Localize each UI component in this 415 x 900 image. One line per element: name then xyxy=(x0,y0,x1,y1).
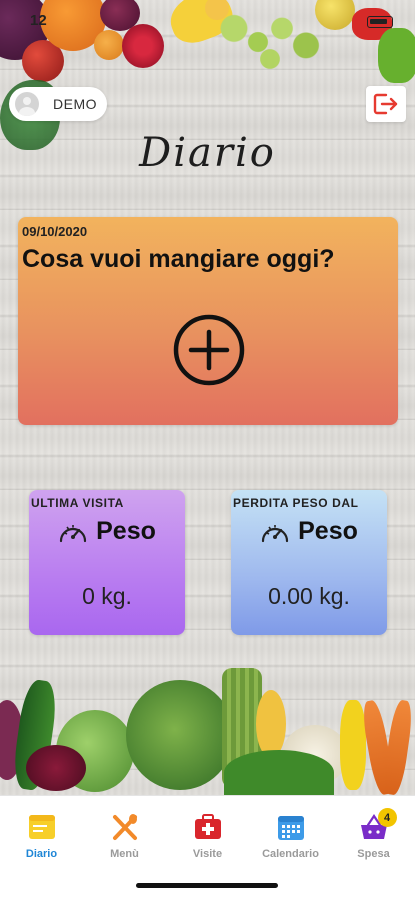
cart-count-badge: 4 xyxy=(377,808,397,827)
user-name: DEMO xyxy=(53,96,97,112)
stat-label: PERDITA PESO DAL xyxy=(233,496,359,510)
tab-spesa[interactable]: 4 Spesa xyxy=(332,808,415,868)
battery-icon xyxy=(367,16,393,28)
tab-visite[interactable]: Visite xyxy=(166,812,249,868)
avatar-icon xyxy=(15,92,39,116)
card-date: 09/10/2020 xyxy=(22,224,88,239)
tab-label: Visite xyxy=(192,848,223,860)
shopping-basket-icon: 4 xyxy=(359,808,397,842)
last-visit-card[interactable]: ULTIMA VISITA Peso 0 kg. xyxy=(29,490,185,635)
stat-title: Peso xyxy=(96,517,156,545)
logout-icon xyxy=(373,93,398,115)
card-question: Cosa vuoi mangiare oggi? xyxy=(22,245,335,273)
utensils-icon xyxy=(110,812,140,842)
home-indicator xyxy=(136,883,278,888)
logout-button[interactable] xyxy=(366,86,406,122)
stat-value: 0 kg. xyxy=(82,583,132,609)
tab-menu[interactable]: Menù xyxy=(83,812,166,868)
tab-label: Spesa xyxy=(357,848,390,860)
diary-icon xyxy=(27,812,57,842)
stat-label: ULTIMA VISITA xyxy=(31,496,124,510)
stat-value: 0.00 kg. xyxy=(268,583,350,609)
page-title: Diario xyxy=(139,130,276,176)
tab-label: Calendario xyxy=(262,848,319,860)
user-profile-button[interactable]: DEMO xyxy=(9,87,107,121)
tab-calendario[interactable]: Calendario xyxy=(249,812,332,868)
medical-kit-icon xyxy=(193,812,223,842)
stat-title: Peso xyxy=(298,517,358,545)
tab-label: Diario xyxy=(25,848,58,860)
tab-label: Menù xyxy=(110,848,139,860)
plus-circle-icon[interactable] xyxy=(173,314,245,386)
gauge-icon xyxy=(60,524,87,542)
meal-entry-card[interactable]: 09/10/2020 Cosa vuoi mangiare oggi? xyxy=(18,217,398,425)
weight-loss-card[interactable]: PERDITA PESO DAL Peso 0.00 kg. xyxy=(231,490,387,635)
calendar-icon xyxy=(276,812,306,842)
gauge-icon xyxy=(262,524,289,542)
status-time: 12 xyxy=(30,12,47,29)
tab-diario[interactable]: Diario xyxy=(0,812,83,868)
